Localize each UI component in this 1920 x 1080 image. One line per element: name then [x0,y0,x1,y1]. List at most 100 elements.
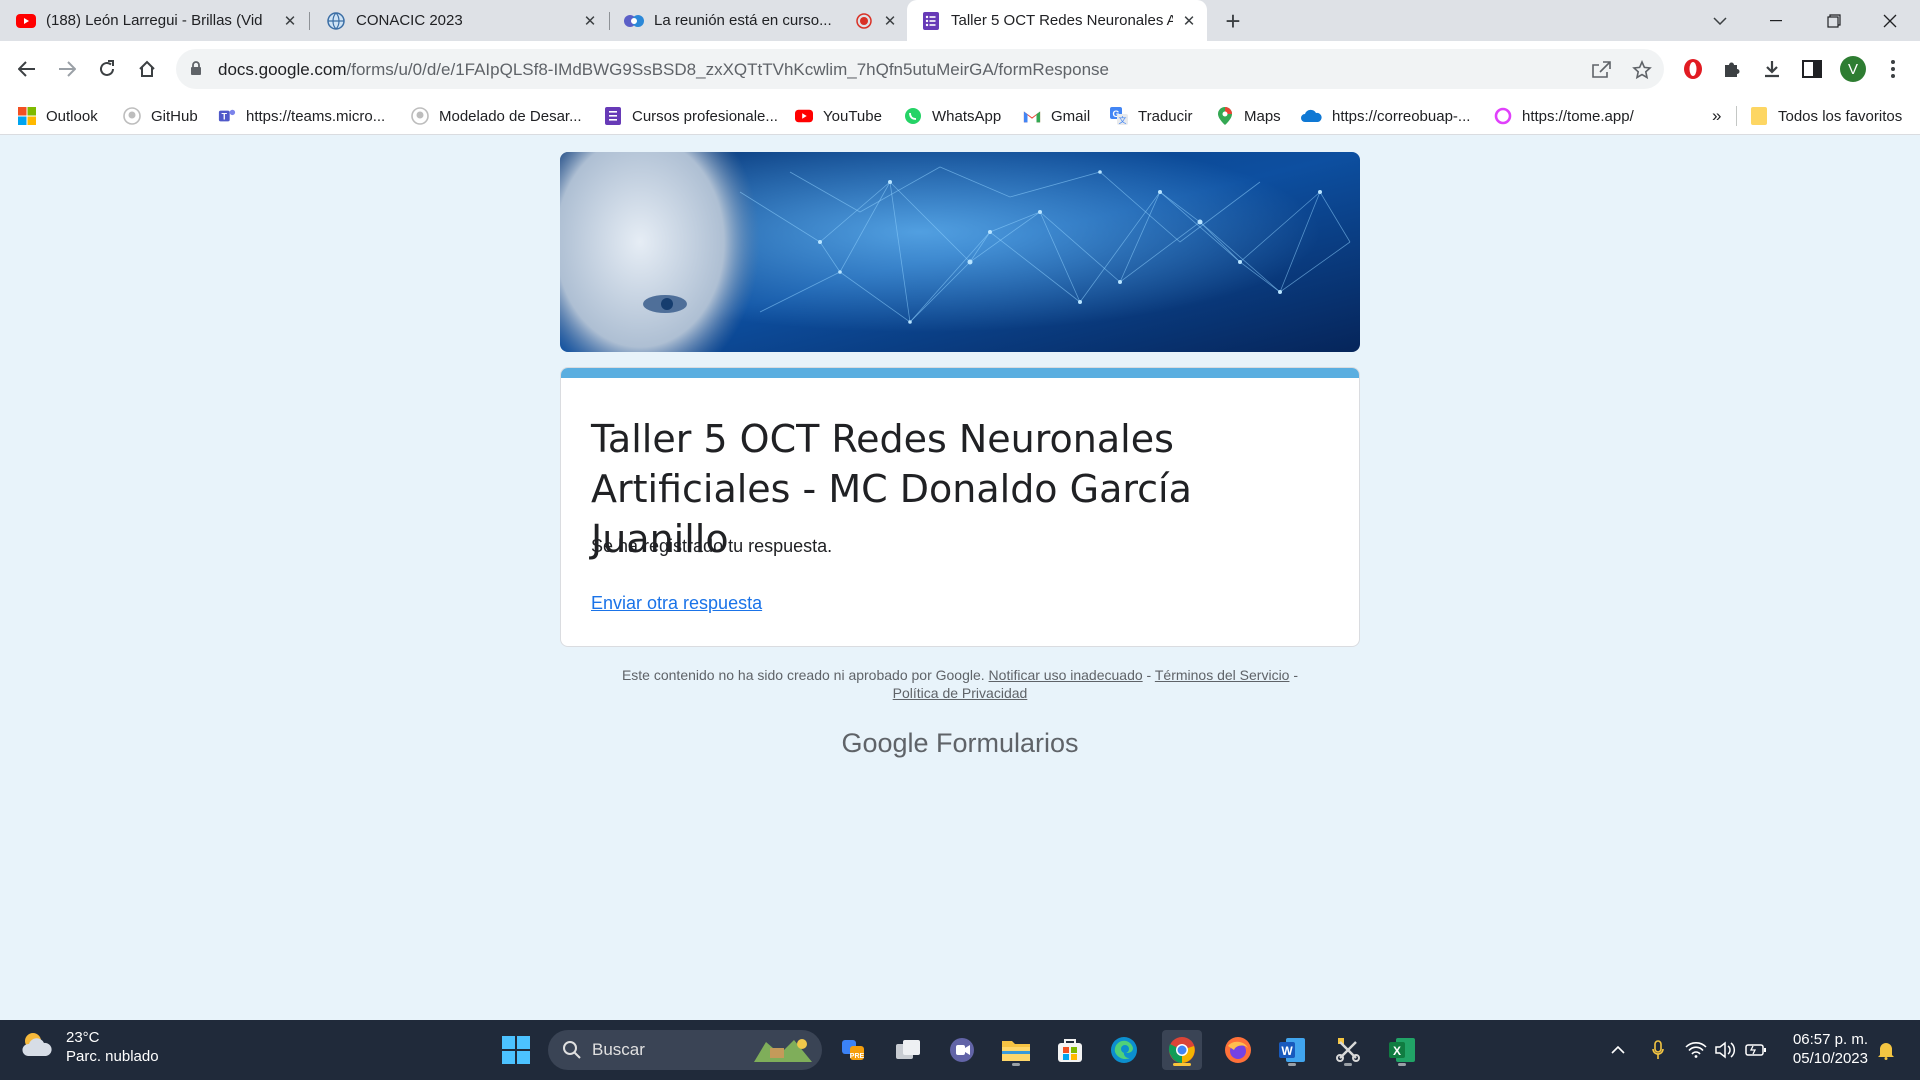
close-tab-icon[interactable]: ✕ [1179,11,1199,31]
restore-button[interactable] [1806,0,1862,41]
clock-date: 05/10/2023 [1792,1050,1868,1067]
copilot-icon[interactable]: PRE [834,1030,874,1070]
forms-icon [604,107,622,125]
microsoft-store-icon[interactable] [1050,1030,1090,1070]
github-icon [411,107,429,125]
excel-icon[interactable]: X [1382,1030,1422,1070]
lock-icon[interactable] [190,61,202,81]
tab-title: Taller 5 OCT Redes Neuronales A [951,12,1173,29]
tab-conacic[interactable]: CONACIC 2023 ✕ [326,0,600,41]
all-bookmarks-folder[interactable]: Todos los favoritos [1750,97,1902,135]
bookmark-maps[interactable]: Maps [1216,97,1281,135]
tab-title: La reunión está en curso... [654,12,832,29]
footer-separator: - [1146,667,1152,683]
bookmark-label: WhatsApp [932,107,1002,125]
running-indicator [1012,1063,1020,1066]
task-view-icon[interactable] [888,1030,928,1070]
privacy-policy-link[interactable]: Política de Privacidad [893,685,1028,701]
tab-forms-active[interactable]: Taller 5 OCT Redes Neuronales A ✕ [907,0,1207,41]
bookmark-modelado[interactable]: Modelado de Desar... [411,97,582,135]
downloads-icon[interactable] [1757,54,1787,84]
back-button[interactable] [12,54,42,84]
show-hidden-icons-chevron-icon[interactable] [1604,1036,1632,1064]
side-panel-icon[interactable] [1797,54,1827,84]
folder-icon [1750,107,1768,125]
share-icon[interactable] [1590,59,1612,81]
bookmarks-divider [1736,106,1737,126]
snipping-tool-icon[interactable] [1328,1030,1368,1070]
profile-avatar[interactable]: V [1840,56,1866,82]
weather-widget[interactable]: 23°C Parc. nublado [20,1028,159,1066]
file-explorer-icon[interactable] [996,1030,1036,1070]
google-forms-logo[interactable]: Google Formularios [560,728,1360,759]
notifications-bell-icon[interactable] [1872,1036,1900,1064]
github-icon [123,107,141,125]
disclaimer-text: Este contenido no ha sido creado ni apro… [621,667,985,683]
globe-icon [326,11,346,31]
report-abuse-link[interactable]: Notificar uso inadecuado [989,667,1143,683]
microphone-icon[interactable] [1644,1036,1672,1064]
menu-icon[interactable] [1878,54,1908,84]
volume-icon[interactable] [1712,1036,1740,1064]
microsoft-icon [18,107,36,125]
system-clock[interactable]: 06:57 p. m. 05/10/2023 [1782,1030,1868,1068]
brand-product: Formularios [936,728,1079,758]
brand-google: Google [841,728,929,758]
bookmark-cursos[interactable]: Cursos profesionale... [604,97,778,135]
running-indicator [1288,1063,1296,1066]
wifi-icon[interactable] [1682,1036,1710,1064]
svg-text:文: 文 [1119,115,1127,125]
forward-button[interactable] [52,54,82,84]
address-bar[interactable]: docs.google.com/forms/u/0/d/e/1FAIpQLSf8… [176,49,1664,89]
word-icon[interactable]: W [1272,1030,1312,1070]
search-placeholder: Buscar [592,1040,645,1059]
opera-extension-icon[interactable] [1678,54,1708,84]
terms-of-service-link[interactable]: Términos del Servicio [1155,667,1290,683]
chrome-icon[interactable] [1162,1030,1202,1070]
bookmark-youtube[interactable]: YouTube [795,97,882,135]
home-button[interactable] [132,54,162,84]
teams-chat-icon[interactable] [942,1030,982,1070]
footer-separator: - [1293,667,1299,683]
bookmark-teams[interactable]: T https://teams.micro... [218,97,385,135]
bookmark-star-icon[interactable] [1631,59,1653,81]
bookmark-label: Cursos profesionale... [632,107,778,125]
bookmark-label: YouTube [823,107,882,125]
bookmark-label: https://teams.micro... [246,107,386,125]
url-text[interactable]: docs.google.com/forms/u/0/d/e/1FAIpQLSf8… [218,60,1109,80]
taskbar-search-box[interactable]: Buscar [548,1030,822,1070]
edge-icon[interactable] [1104,1030,1144,1070]
close-tab-icon[interactable]: ✕ [880,11,900,31]
reload-button[interactable] [92,54,122,84]
bookmark-label: https://tome.app/ [1522,107,1634,125]
close-window-button[interactable] [1862,0,1918,41]
bookmark-github[interactable]: GitHub [123,97,198,135]
tab-youtube[interactable]: (188) León Larregui - Brillas (Vid ✕ [16,0,300,41]
weather-text: 23°C Parc. nublado [66,1028,159,1066]
new-tab-button[interactable]: + [1219,6,1247,36]
form-header-image [560,152,1360,352]
tab-title: CONACIC 2023 [356,12,463,29]
gmail-icon [1023,107,1041,125]
tab-teams-meeting[interactable]: La reunión está en curso... ✕ [624,0,900,41]
tab-search-icon[interactable] [1692,0,1748,41]
firefox-icon[interactable] [1218,1030,1258,1070]
close-tab-icon[interactable]: ✕ [280,11,300,31]
battery-icon[interactable] [1742,1036,1770,1064]
bookmarks-overflow-button[interactable]: » [1712,97,1721,135]
svg-text:W: W [1281,1044,1293,1058]
send-another-response-link[interactable]: Enviar otra respuesta [591,593,762,614]
bookmark-gmail[interactable]: Gmail [1023,97,1090,135]
bookmark-tome[interactable]: https://tome.app/ [1494,97,1634,135]
teams-icon: T [218,107,236,125]
bookmark-outlook[interactable]: Outlook [18,97,98,135]
bookmark-whatsapp[interactable]: WhatsApp [904,97,1001,135]
clock-time: 06:57 p. m. [1792,1031,1868,1048]
windows-taskbar: 23°C Parc. nublado Buscar PRE W X 06:57 … [0,1020,1920,1080]
bookmark-traducir[interactable]: G文 Traducir [1110,97,1192,135]
close-tab-icon[interactable]: ✕ [580,11,600,31]
bookmark-correobuap[interactable]: https://correobuap-... [1300,97,1470,135]
minimize-button[interactable] [1748,0,1804,41]
extensions-icon[interactable] [1717,54,1747,84]
start-button[interactable] [496,1030,536,1070]
